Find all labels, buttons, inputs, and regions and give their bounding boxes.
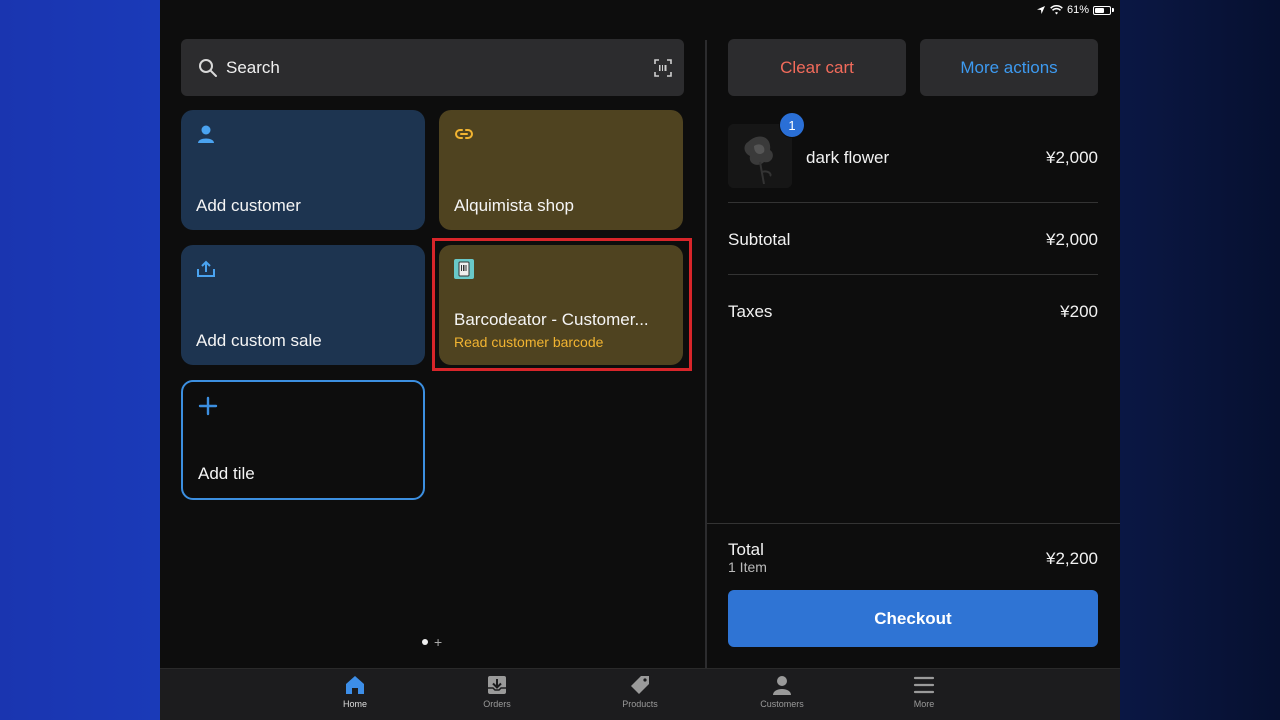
tile-add-custom-sale[interactable]: Add custom sale: [181, 245, 425, 365]
tile-alquimista-shop[interactable]: Alquimista shop: [439, 110, 683, 230]
tile-label: Add tile: [198, 464, 255, 483]
total-label: Total: [728, 540, 764, 559]
orders-icon: [488, 676, 506, 694]
battery-cap: [1112, 8, 1114, 12]
total-value: ¥2,200: [1046, 549, 1098, 568]
tile-label: Add custom sale: [196, 331, 322, 350]
plus-icon: [198, 396, 218, 416]
tab-label: Products: [622, 699, 658, 709]
battery-percent: 61%: [1066, 4, 1089, 16]
item-name: dark flower: [806, 148, 890, 167]
menu-icon: [913, 676, 935, 694]
divider: [707, 523, 1120, 524]
person-icon: [198, 125, 214, 143]
page-indicator[interactable]: +: [422, 635, 442, 649]
highlight-box: [432, 238, 692, 371]
status-bar: 61%: [1036, 2, 1114, 18]
checkout-button[interactable]: Checkout: [728, 590, 1098, 647]
tag-icon: [631, 676, 649, 694]
link-icon: [455, 129, 473, 139]
tile-label: Alquimista shop: [454, 196, 575, 215]
tab-label: Home: [342, 699, 367, 709]
tab-bar: Home Orders Products Customers More: [160, 668, 1120, 720]
tab-label: Customers: [760, 699, 804, 709]
barcode-scan-icon[interactable]: [654, 59, 672, 77]
tab-products[interactable]: Products: [600, 675, 680, 709]
tab-home[interactable]: Home: [315, 675, 395, 709]
quantity-badge: 1: [779, 112, 805, 138]
tile-add-customer[interactable]: Add customer: [181, 110, 425, 230]
subtotal-value: ¥2,000: [1046, 230, 1098, 249]
cart-item[interactable]: 1 dark flower ¥2,000: [728, 112, 1098, 190]
tab-customers[interactable]: Customers: [742, 675, 822, 709]
tab-label: More: [913, 699, 935, 709]
item-price: ¥2,000: [1046, 148, 1098, 167]
divider: [728, 202, 1098, 203]
taxes-label: Taxes: [728, 302, 773, 321]
more-actions-button[interactable]: More actions: [920, 39, 1098, 96]
pos-screen: 61% Search Add customer Alquimista shop …: [160, 0, 1120, 720]
taxes-value: ¥200: [1060, 302, 1098, 321]
tab-label: Orders: [483, 699, 511, 709]
clear-cart-button[interactable]: Clear cart: [728, 39, 906, 96]
wifi-icon: [1050, 5, 1063, 15]
add-sale-icon: [197, 260, 215, 277]
divider: [728, 274, 1098, 275]
search-label: Search: [226, 57, 280, 77]
total-item-count: 1 Item: [728, 559, 767, 575]
subtotal-label: Subtotal: [728, 230, 791, 249]
tile-label: Add customer: [196, 196, 301, 215]
search-bar[interactable]: Search: [181, 39, 684, 96]
search-icon: [199, 58, 217, 77]
tile-add-tile[interactable]: Add tile: [181, 380, 425, 500]
person-icon: [773, 676, 791, 695]
add-page-icon[interactable]: +: [434, 635, 442, 649]
tab-orders[interactable]: Orders: [457, 675, 537, 709]
home-icon: [346, 676, 364, 694]
location-icon: [1036, 6, 1045, 14]
battery-icon: [1093, 5, 1111, 15]
panel-divider: [705, 40, 707, 668]
tab-more[interactable]: More: [884, 675, 964, 709]
page-dot-active[interactable]: [422, 639, 428, 645]
